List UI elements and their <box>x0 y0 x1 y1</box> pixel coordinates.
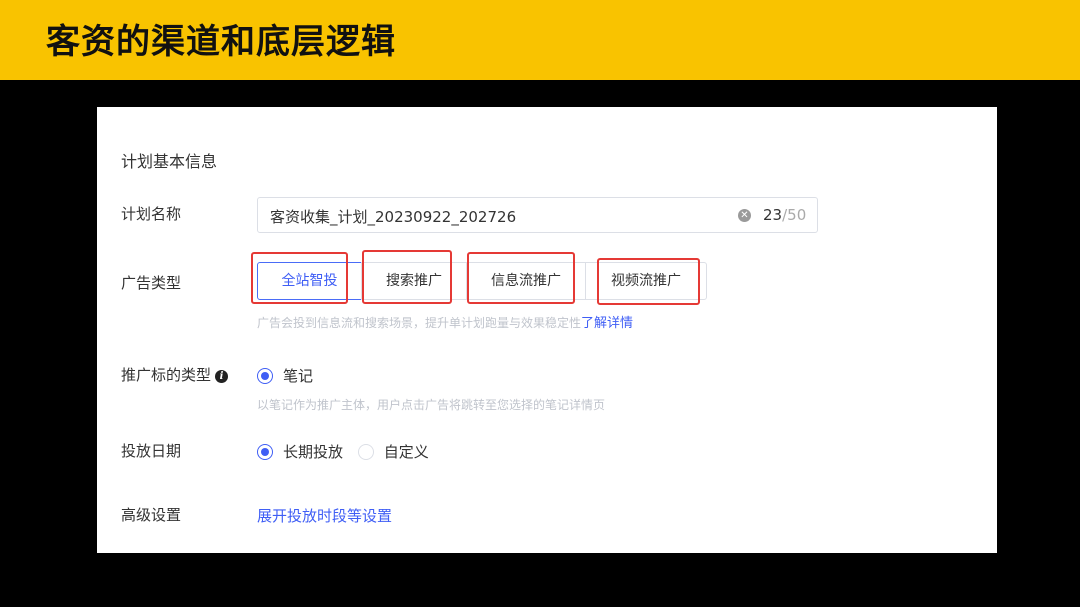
ad-type-hint: 广告会投到信息流和搜索场景，提升单计划跑量与效果稳定性了解详情 <box>257 316 634 331</box>
plan-name-label: 计划名称 <box>121 205 182 223</box>
schedule-label: 投放日期 <box>121 442 182 460</box>
ad-type-option-search[interactable]: 搜索推广 <box>361 262 467 300</box>
ad-type-label: 广告类型 <box>121 274 182 292</box>
info-icon[interactable]: i <box>215 370 229 383</box>
plan-form-panel: 计划基本信息 计划名称 客资收集_计划_20230922_202726 ✕ 23… <box>97 107 997 553</box>
radio-note-label: 笔记 <box>283 367 314 385</box>
char-counter: 23/50 <box>763 206 807 224</box>
ad-type-option-video-feed[interactable]: 视频流推广 <box>585 262 707 300</box>
title-banner: 客资的渠道和底层逻辑 <box>0 0 1080 80</box>
ad-type-segmented-control: 全站智投 搜索推广 信息流推广 视频流推广 <box>257 262 707 300</box>
radio-long-term-label: 长期投放 <box>283 443 344 461</box>
promo-target-hint: 以笔记作为推广主体，用户点击广告将跳转至您选择的笔记详情页 <box>257 398 606 412</box>
learn-more-link[interactable]: 了解详情 <box>581 316 633 331</box>
radio-custom-label: 自定义 <box>383 443 429 461</box>
radio-note[interactable] <box>257 368 273 384</box>
expand-settings-link[interactable]: 展开投放时段等设置 <box>257 505 392 526</box>
banner-title: 客资的渠道和底层逻辑 <box>46 22 396 62</box>
promo-target-radio-group: 笔记 <box>257 365 323 386</box>
plan-name-input[interactable]: 客资收集_计划_20230922_202726 ✕ 23/50 <box>257 197 818 233</box>
schedule-radio-group: 长期投放 自定义 <box>257 441 439 462</box>
plan-name-value: 客资收集_计划_20230922_202726 <box>270 208 517 226</box>
promo-target-label: 推广标的类型 i <box>121 365 229 385</box>
ad-type-option-feed[interactable]: 信息流推广 <box>466 262 586 300</box>
radio-long-term[interactable] <box>257 444 273 460</box>
ad-type-option-all-smart[interactable]: 全站智投 <box>257 262 362 300</box>
section-title: 计划基本信息 <box>121 152 218 171</box>
radio-custom[interactable] <box>357 444 374 460</box>
clear-icon[interactable]: ✕ <box>738 209 751 222</box>
advanced-settings-label: 高级设置 <box>121 506 182 524</box>
